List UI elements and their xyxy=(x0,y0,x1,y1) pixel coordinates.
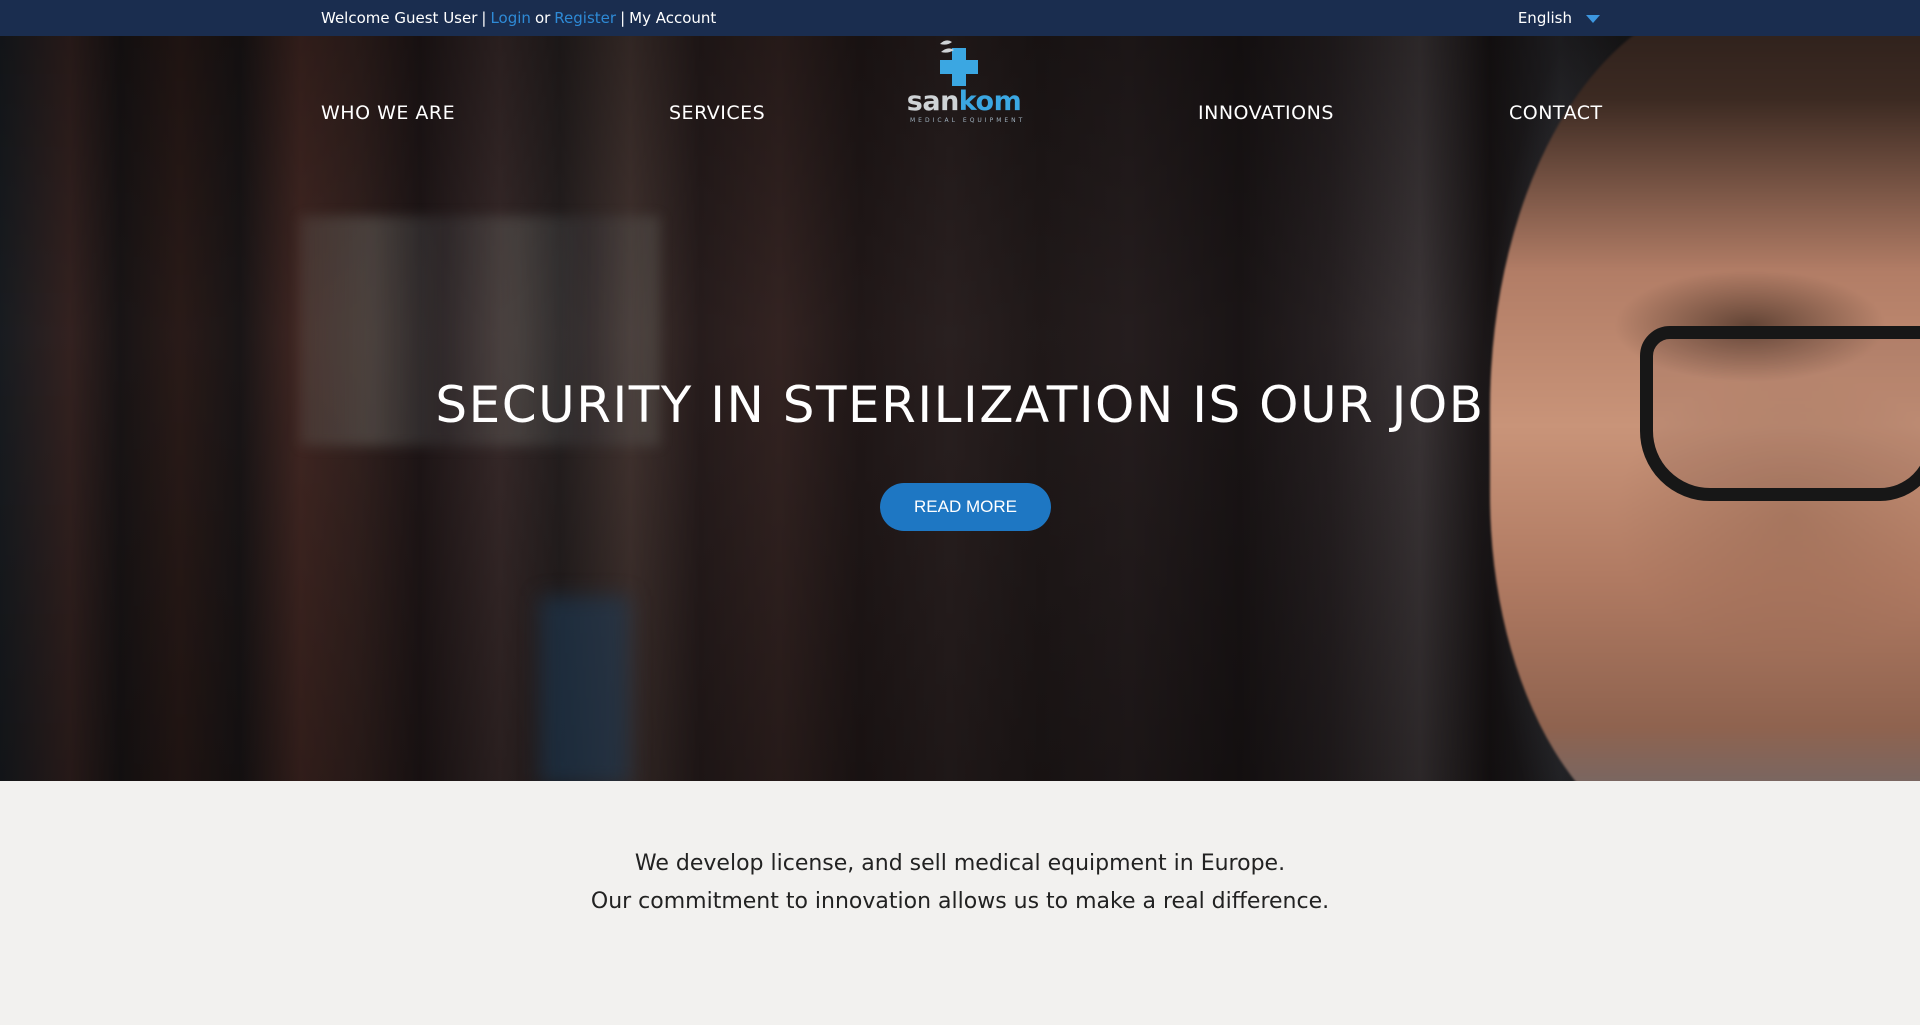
hero-banner: WHO WE ARE SERVICES sankom MEDICAL EQUIP… xyxy=(0,36,1920,781)
top-bar: Welcome Guest User | Login or Register |… xyxy=(0,0,1920,36)
my-account-link[interactable]: My Account xyxy=(629,9,716,27)
language-label: English xyxy=(1517,9,1572,27)
intro-line-2: Our commitment to innovation allows us t… xyxy=(590,889,1330,914)
user-greeting: Welcome Guest User | Login or Register |… xyxy=(321,0,716,36)
sankom-logo[interactable]: sankom MEDICAL EQUIPMENT xyxy=(904,38,1024,128)
logo-word-kom: kom xyxy=(958,86,1022,117)
or-text: or xyxy=(534,9,551,27)
welcome-text: Welcome Guest User xyxy=(321,9,478,27)
nav-item-who-we-are[interactable]: WHO WE ARE xyxy=(321,102,455,124)
intro-section: We develop license, and sell medical equ… xyxy=(0,781,1920,1025)
intro-line-1: We develop license, and sell medical equ… xyxy=(634,851,1286,876)
logo-tagline: MEDICAL EQUIPMENT xyxy=(910,117,1026,124)
logo-word-san: san xyxy=(906,86,960,117)
nav-item-innovations[interactable]: INNOVATIONS xyxy=(1198,102,1334,124)
dropdown-caret-icon xyxy=(1586,15,1600,23)
read-more-button[interactable]: READ MORE xyxy=(880,483,1051,531)
language-selector[interactable]: English xyxy=(1518,0,1600,36)
logo-wordmark: sankom xyxy=(904,86,1024,117)
hero-background-book xyxy=(540,596,630,781)
nav-item-contact[interactable]: CONTACT xyxy=(1509,102,1603,124)
main-navigation: WHO WE ARE SERVICES sankom MEDICAL EQUIP… xyxy=(0,36,1920,156)
separator: | xyxy=(620,9,626,27)
register-link[interactable]: Register xyxy=(554,9,616,27)
medical-cross-icon xyxy=(940,40,978,86)
hero-headline: SECURITY IN STERILIZATION IS OUR JOB xyxy=(435,376,1485,434)
login-link[interactable]: Login xyxy=(490,9,530,27)
separator: | xyxy=(481,9,487,27)
nav-item-services[interactable]: SERVICES xyxy=(669,102,765,124)
